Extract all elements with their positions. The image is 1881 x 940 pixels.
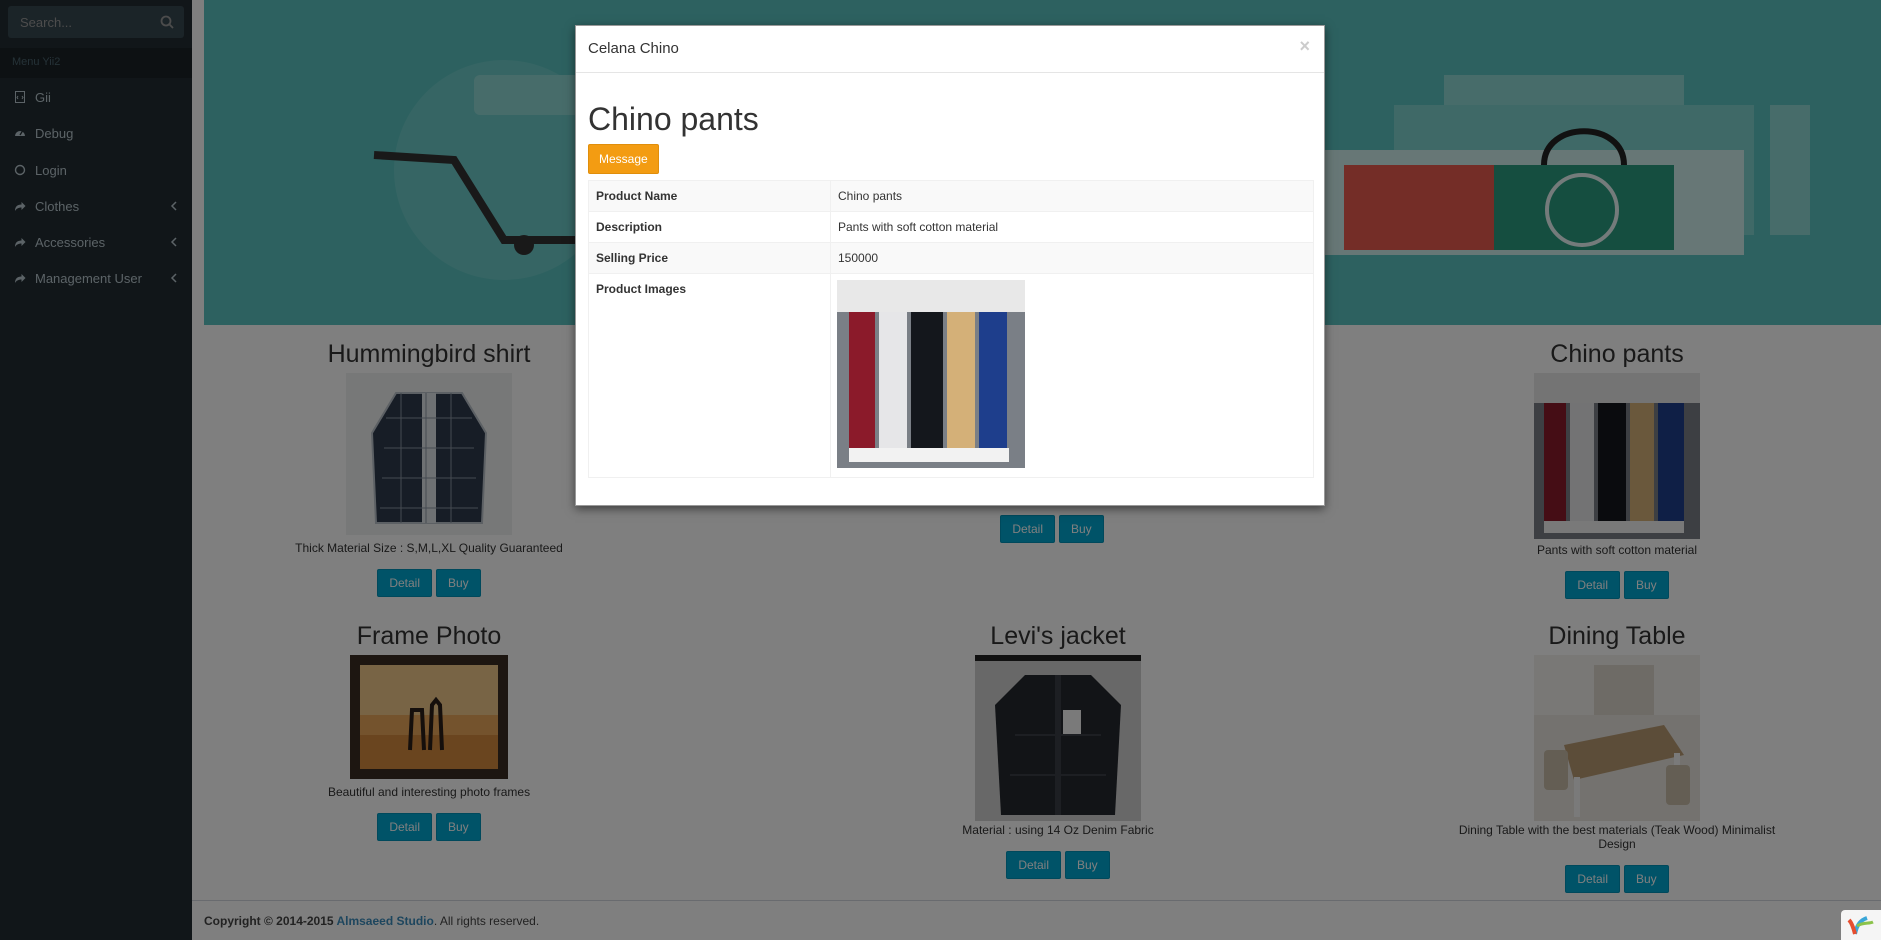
table-row: Product Name Chino pants — [588, 180, 1314, 212]
row-key: Selling Price — [588, 242, 831, 274]
close-icon[interactable]: × — [1299, 36, 1310, 57]
row-value: Chino pants — [830, 180, 1314, 212]
row-value: 150000 — [830, 242, 1314, 274]
row-key: Description — [588, 211, 831, 243]
yii-debug-toolbar-toggle[interactable] — [1841, 910, 1881, 940]
product-image — [837, 280, 1025, 468]
table-row: Selling Price 150000 — [588, 242, 1314, 274]
row-value-image — [830, 273, 1314, 478]
message-button[interactable]: Message — [588, 144, 659, 174]
modal-title: Celana Chino — [588, 40, 679, 57]
modal-body: Chino pants Message Product Name Chino p… — [576, 73, 1324, 490]
table-row: Description Pants with soft cotton mater… — [588, 211, 1314, 243]
row-key: Product Name — [588, 180, 831, 212]
table-row: Product Images — [588, 273, 1314, 478]
yii-logo-icon — [1847, 916, 1874, 935]
product-detail-modal: Celana Chino × Chino pants Message Produ… — [575, 25, 1325, 506]
product-detail-table: Product Name Chino pants Description Pan… — [588, 180, 1314, 478]
product-heading: Chino pants — [588, 101, 759, 137]
row-value: Pants with soft cotton material — [830, 211, 1314, 243]
modal-header: Celana Chino × — [576, 26, 1324, 73]
row-key: Product Images — [588, 273, 831, 478]
